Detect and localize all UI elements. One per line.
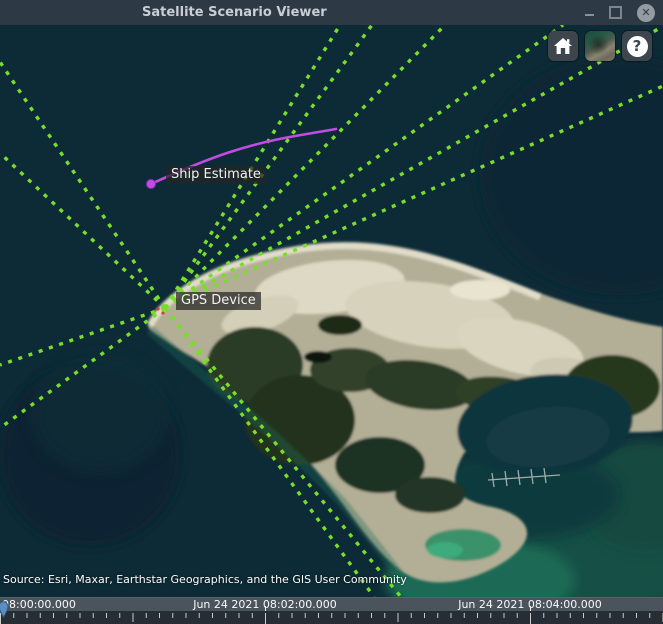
ruler-ticks bbox=[0, 613, 663, 624]
home-icon bbox=[553, 37, 573, 55]
basemap-button[interactable] bbox=[585, 31, 615, 61]
basemap-thumbnail bbox=[585, 31, 615, 61]
playhead-icon bbox=[0, 601, 9, 618]
timeline-ruler[interactable] bbox=[0, 611, 663, 624]
home-button[interactable] bbox=[548, 31, 578, 61]
window-controls: ✕ bbox=[585, 0, 655, 25]
timeline-playhead[interactable] bbox=[0, 601, 9, 622]
map-viewport[interactable]: Ship Estimate GPS Device ? Source: Esri,… bbox=[0, 25, 663, 597]
help-button[interactable]: ? bbox=[622, 31, 652, 61]
ship-estimate-label: Ship Estimate bbox=[166, 166, 266, 184]
timeline-label-start: 08:00:00.000 bbox=[2, 598, 76, 611]
ship-position-dot bbox=[147, 180, 156, 189]
help-icon: ? bbox=[627, 36, 648, 57]
gps-receiver-marker bbox=[156, 307, 159, 310]
timeline-bar[interactable]: 08:00:00.000 Jun 24 2021 08:02:00.000 Ju… bbox=[0, 597, 663, 611]
window-title: Satellite Scenario Viewer bbox=[142, 0, 327, 25]
gps-device-label: GPS Device bbox=[176, 292, 261, 310]
maximize-button[interactable] bbox=[609, 6, 622, 19]
close-button[interactable]: ✕ bbox=[637, 4, 655, 22]
satellite-scenario-viewer-window: Satellite Scenario Viewer ✕ bbox=[0, 0, 663, 624]
close-icon: ✕ bbox=[641, 6, 650, 19]
gps-receiver-marker bbox=[161, 311, 164, 314]
minimize-button[interactable] bbox=[585, 14, 594, 16]
titlebar[interactable]: Satellite Scenario Viewer ✕ bbox=[0, 0, 663, 25]
attribution: Source: Esri, Maxar, Earthstar Geographi… bbox=[3, 573, 407, 586]
satellite-basemap bbox=[0, 25, 663, 597]
